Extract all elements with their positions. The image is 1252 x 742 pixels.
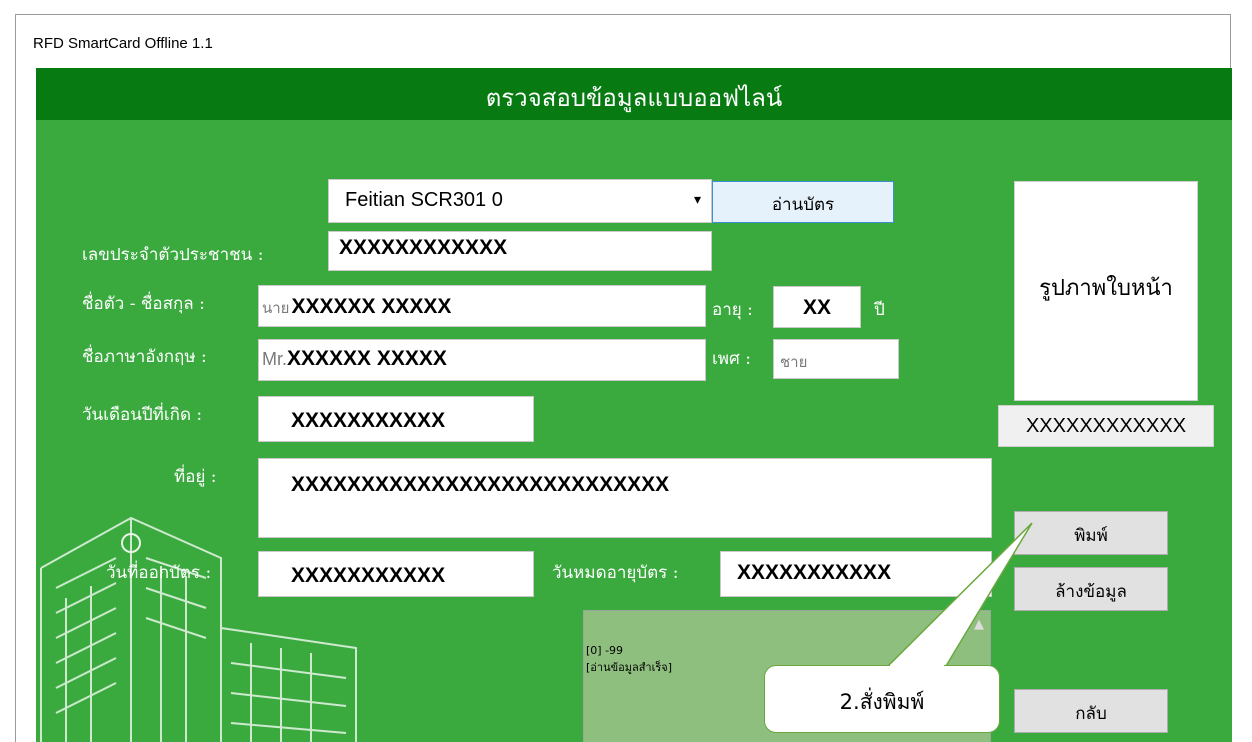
birth-date-value: XXXXXXXXXXX <box>291 409 446 432</box>
issue-date-field[interactable]: XXXXXXXXXXX <box>258 551 534 597</box>
back-button[interactable]: กลับ <box>1014 689 1168 733</box>
log-line-2: [อ่านข้อมูลสำเร็จ] <box>586 661 673 674</box>
sex-label: เพศ : <box>712 349 751 369</box>
age-field[interactable]: XX <box>773 286 861 328</box>
app-window: RFD SmartCard Offline 1.1 ตรวจสอบข้อมูลแ… <box>15 14 1232 742</box>
title-bar: RFD SmartCard Offline 1.1 <box>16 15 1230 67</box>
read-card-button[interactable]: อ่านบัตร <box>712 181 894 223</box>
address-field[interactable]: XXXXXXXXXXXXXXXXXXXXXXXXXXX <box>258 458 992 538</box>
age-unit: ปี <box>874 300 885 320</box>
scroll-up-icon[interactable]: ▲ <box>974 617 984 632</box>
issue-date-value: XXXXXXXXXXX <box>291 564 446 587</box>
name-th-field[interactable]: นายXXXXXX XXXXX <box>258 285 706 327</box>
name-en-label: ชื่อภาษาอังกฤษ : <box>82 347 207 367</box>
name-en-prefix: Mr. <box>262 349 287 369</box>
age-label: อายุ : <box>712 300 753 320</box>
expiry-date-value: XXXXXXXXXXX <box>737 561 892 584</box>
chevron-down-icon[interactable]: ▾ <box>694 192 701 208</box>
photo-placeholder: รูปภาพใบหน้า <box>1039 276 1173 301</box>
name-en-value: XXXXXX XXXXX <box>287 347 447 370</box>
address-value: XXXXXXXXXXXXXXXXXXXXXXXXXXX <box>291 473 670 496</box>
citizen-id-label: เลขประจำตัวประชาชน : <box>82 245 264 265</box>
address-label: ที่อยู่ : <box>174 467 217 487</box>
page-title: ตรวจสอบข้อมูลแบบออฟไลน์ <box>485 84 783 112</box>
name-th-value: XXXXXX XXXXX <box>291 295 452 318</box>
issue-date-label: วันที่ออกบัตร : <box>106 563 212 583</box>
sex-field[interactable]: ชาย <box>773 339 899 379</box>
citizen-id-value: XXXXXXXXXXXX <box>339 236 508 259</box>
print-callout-text: 2.สั่งพิมพ์ <box>839 690 925 714</box>
name-th-label: ชื่อตัว - ชื่อสกุล : <box>82 294 205 314</box>
reader-select-value: Feitian SCR301 0 <box>345 189 503 211</box>
sex-value: ชาย <box>780 353 808 371</box>
print-button[interactable]: พิมพ์ <box>1014 511 1168 555</box>
birth-date-field[interactable]: XXXXXXXXXXX <box>258 396 534 442</box>
main-panel: ตรวจสอบข้อมูลแบบออฟไลน์ Feitian SCR301 0… <box>36 68 1232 742</box>
age-value: XX <box>802 296 831 319</box>
name-en-field[interactable]: Mr.XXXXXX XXXXX <box>258 339 706 381</box>
photo-id-value: XXXXXXXXXXXX <box>1025 415 1187 437</box>
birth-date-label: วันเดือนปีที่เกิด : <box>82 405 203 425</box>
photo-id-number: XXXXXXXXXXXX <box>998 405 1214 447</box>
header-bar: ตรวจสอบข้อมูลแบบออฟไลน์ <box>36 68 1232 120</box>
clear-button[interactable]: ล้างข้อมูล <box>1014 567 1168 611</box>
print-callout: 2.สั่งพิมพ์ <box>764 665 1000 733</box>
reader-select[interactable]: Feitian SCR301 0 ▾ <box>328 179 712 223</box>
citizen-id-field[interactable]: XXXXXXXXXXXX <box>328 231 712 271</box>
photo-box: รูปภาพใบหน้า <box>1014 181 1198 401</box>
expiry-date-field[interactable]: XXXXXXXXXXX <box>720 551 992 597</box>
window-title: RFD SmartCard Offline 1.1 <box>33 35 213 52</box>
log-line-1: [0] -99 <box>586 644 624 657</box>
expiry-date-label: วันหมดอายุบัตร : <box>552 563 679 583</box>
name-th-prefix: นาย <box>262 299 290 317</box>
